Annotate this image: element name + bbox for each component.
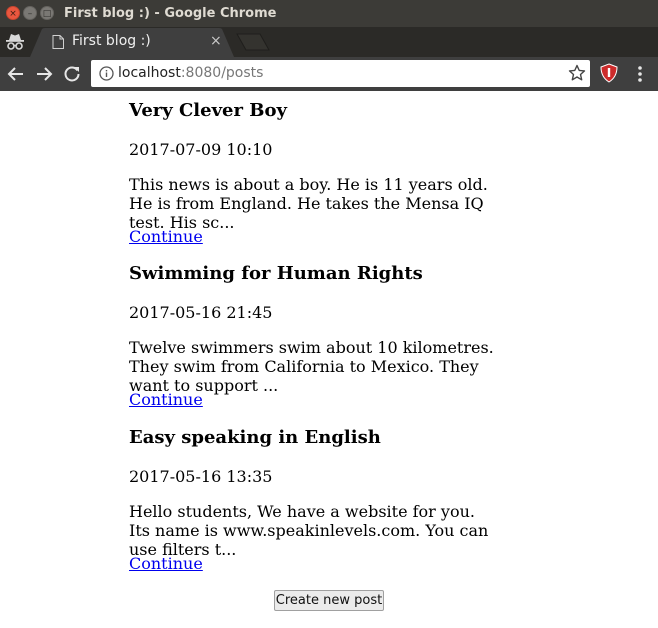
post-date: 2017-07-09 10:10 — [129, 140, 273, 159]
address-bar[interactable]: localhost:8080/posts — [91, 60, 590, 87]
post-excerpt: Twelve swimmers swim about 10 kilometres… — [129, 338, 494, 395]
page-icon — [52, 35, 64, 49]
incognito-icon — [6, 34, 24, 50]
browser-toolbar: localhost:8080/posts — [0, 57, 658, 91]
window-close-button[interactable]: × — [6, 6, 20, 20]
post-title: Easy speaking in English — [129, 427, 381, 448]
window-titlebar: × – □ First blog :) - Google Chrome — [0, 0, 658, 27]
star-icon[interactable] — [568, 64, 586, 82]
tab-title: First blog :) — [72, 33, 151, 49]
window-title: First blog :) - Google Chrome — [64, 6, 277, 21]
tab-close-icon[interactable]: × — [210, 33, 222, 49]
post-excerpt: Hello students, We have a website for yo… — [129, 502, 489, 559]
forward-arrow-icon[interactable] — [34, 64, 54, 84]
post-date: 2017-05-16 21:45 — [129, 303, 273, 322]
window-maximize-button[interactable]: □ — [40, 6, 54, 20]
post-continue-link[interactable]: Continue — [129, 554, 203, 573]
window-minimize-button[interactable]: – — [23, 6, 37, 20]
info-icon[interactable] — [99, 66, 114, 81]
post-excerpt: This news is about a boy. He is 11 years… — [129, 175, 488, 232]
new-tab-button[interactable] — [236, 33, 270, 51]
post-title: Swimming for Human Rights — [129, 263, 423, 284]
post-title: Very Clever Boy — [129, 100, 287, 121]
back-arrow-icon[interactable] — [6, 64, 26, 84]
reload-icon[interactable] — [62, 64, 82, 84]
tab-first-blog[interactable]: First blog :) × — [30, 28, 234, 57]
url-host: localhost — [118, 65, 181, 81]
tab-strip: First blog :) × — [0, 27, 658, 57]
post-date: 2017-05-16 13:35 — [129, 467, 273, 486]
create-new-post-button[interactable]: Create new post — [274, 590, 384, 611]
post-continue-link[interactable]: Continue — [129, 227, 203, 246]
ublock-icon[interactable] — [599, 63, 619, 83]
kebab-menu-icon[interactable] — [637, 65, 643, 83]
url-text[interactable]: localhost:8080/posts — [118, 65, 263, 81]
post-continue-link[interactable]: Continue — [129, 390, 203, 409]
url-port-path: :8080/posts — [180, 65, 264, 81]
